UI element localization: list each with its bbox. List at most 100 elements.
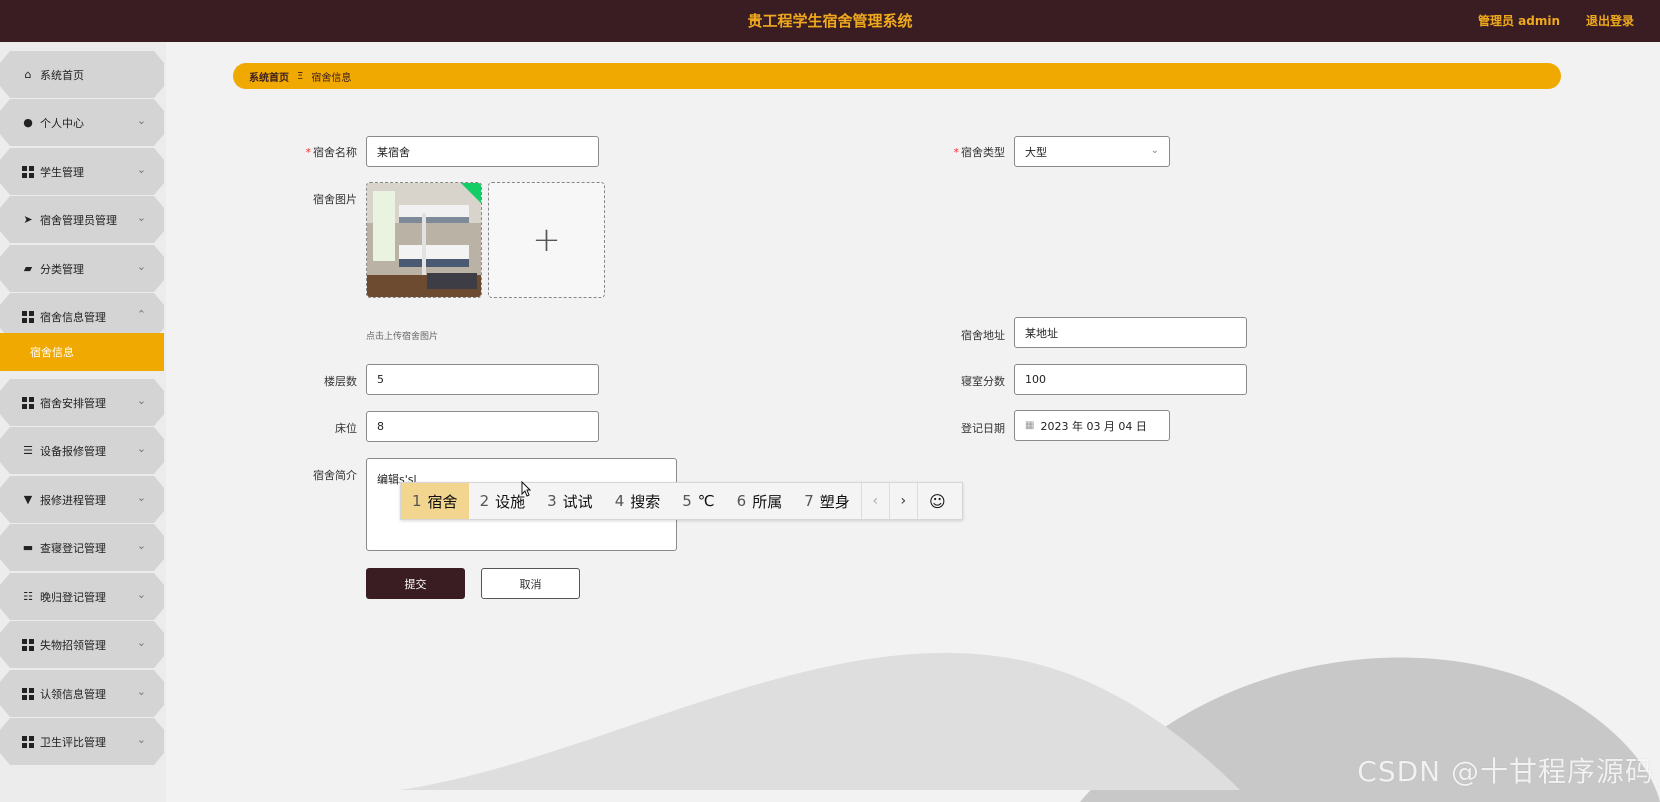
sidebar-item-dorm-check[interactable]: ▬ 查寝登记管理 ⌄	[0, 524, 164, 571]
ime-candidate[interactable]: 3 试试	[536, 483, 604, 519]
send-icon: ➤	[23, 213, 33, 226]
sidebar-item-label: 查寝登记管理	[40, 541, 106, 555]
grid-icon	[22, 165, 34, 178]
floors-label: 楼层数	[324, 375, 357, 388]
beds-input[interactable]: 8	[366, 411, 599, 442]
submit-button[interactable]: 提交	[366, 568, 465, 599]
logout-link[interactable]: 退出登录	[1586, 12, 1634, 29]
ime-candidate[interactable]: 7 塑身	[793, 483, 861, 519]
dorm-image-label: 宿舍图片	[313, 193, 357, 206]
sidebar-item-home[interactable]: ⌂ 系统首页	[0, 51, 164, 98]
chevron-down-icon: ⌄	[136, 636, 146, 649]
home-icon: ⌂	[24, 68, 32, 81]
chevron-down-icon: ⌄	[136, 685, 146, 698]
chevron-down-icon: ⌄	[136, 539, 146, 552]
dorm-name-input[interactable]: 某宿舍	[366, 136, 599, 167]
dorm-type-label: * 宿舍类型	[953, 146, 1006, 159]
sidebar-item-label: 系统首页	[40, 68, 84, 82]
date-picker[interactable]: ▦ 2023 年 03 月 04 日	[1014, 410, 1170, 441]
chevron-down-icon: ⌄	[136, 491, 146, 504]
sidebar-item-label: 学生管理	[40, 165, 84, 179]
sidebar-item-label: 宿舍安排管理	[40, 396, 106, 410]
chevron-down-icon: ⌄	[136, 442, 146, 455]
dorm-name-label: * 宿舍名称	[305, 146, 358, 159]
upload-image-button[interactable]: +	[488, 182, 605, 298]
dorm-room-photo	[367, 183, 481, 297]
calendar-icon: ▦	[1025, 420, 1035, 431]
grid-icon	[22, 310, 34, 323]
ime-candidate[interactable]: 5 ℃	[671, 483, 725, 519]
top-header: 贵工程学生宿舍管理系统 管理员 admin 退出登录	[0, 0, 1660, 42]
date-value: 2023 年 03 月 04 日	[1040, 419, 1147, 433]
chevron-down-icon: ⌄	[136, 211, 146, 224]
grid-icon	[22, 396, 34, 409]
sidebar-item-repair-progress[interactable]: ▼ 报修进程管理 ⌄	[0, 476, 164, 523]
chevron-down-icon: ⌄	[136, 163, 146, 176]
chevron-down-icon: ⌄	[136, 114, 146, 127]
current-user[interactable]: 管理员 admin	[1478, 12, 1560, 29]
sidebar-item-dorm-admins[interactable]: ➤ 宿舍管理员管理 ⌄	[0, 196, 164, 243]
ime-candidate-bar: 1 宿舍 2 设施 3 试试 4 搜索 5 ℃ 6 所属 7 塑身 ‹ › ☺	[400, 482, 963, 520]
sidebar-item-lost-found[interactable]: 失物招领管理 ⌄	[0, 621, 164, 668]
dorm-type-select[interactable]: 大型 ⌄	[1014, 136, 1170, 167]
printer-icon: ▬	[22, 541, 34, 554]
plus-icon: +	[532, 220, 561, 260]
chevron-up-icon: ⌃	[136, 308, 146, 321]
sidebar-item-label: 认领信息管理	[40, 687, 106, 701]
sidebar-item-label: 报修进程管理	[40, 493, 106, 507]
grid-icon	[22, 735, 34, 748]
chevron-down-icon: ⌄	[136, 733, 146, 746]
sidebar-item-label: 个人中心	[40, 116, 84, 130]
chevron-down-icon: ⌄	[136, 588, 146, 601]
sidebar-item-categories[interactable]: ▰ 分类管理 ⌄	[0, 245, 164, 292]
sidebar-item-dorm-arrange[interactable]: 宿舍安排管理 ⌄	[0, 379, 164, 426]
user-icon: ●	[23, 116, 33, 129]
dorm-type-value: 大型	[1025, 145, 1047, 159]
sidebar-item-label: 晚归登记管理	[40, 590, 106, 604]
breadcrumb-current: 宿舍信息	[311, 72, 352, 84]
grid-icon	[22, 638, 34, 651]
date-label: 登记日期	[961, 422, 1005, 435]
dorm-image-thumbnail[interactable]	[366, 182, 482, 298]
sidebar-item-label: 宿舍信息管理	[40, 310, 106, 324]
breadcrumb-home[interactable]: 系统首页	[249, 69, 289, 84]
sidebar-item-profile[interactable]: ● 个人中心 ⌄	[0, 99, 164, 146]
ime-next-icon[interactable]: ›	[888, 483, 917, 519]
app-title: 贵工程学生宿舍管理系统	[747, 12, 913, 30]
dorm-address-label: 宿舍地址	[961, 329, 1005, 342]
flag-icon: ▼	[23, 493, 33, 506]
sidebar-item-label: 分类管理	[40, 262, 84, 276]
sidebar-item-repairs[interactable]: ☰ 设备报修管理 ⌄	[0, 427, 164, 474]
chevron-down-icon: ⌄	[136, 394, 146, 407]
score-input[interactable]: 100	[1014, 364, 1247, 395]
sidebar: ⌂ 系统首页 ● 个人中心 ⌄ 学生管理 ⌄ ➤ 宿舍管理员管理 ⌄ ▰ 分类管…	[0, 42, 166, 802]
sidebar-item-label: 卫生评比管理	[40, 735, 106, 749]
emoji-icon[interactable]: ☺	[916, 483, 957, 519]
sidebar-item-label: 设备报修管理	[40, 444, 106, 458]
score-label: 寝室分数	[961, 375, 1005, 388]
sliders-icon: ☷	[23, 590, 33, 603]
list-icon: ☰	[23, 444, 33, 457]
sidebar-item-label: 失物招领管理	[40, 638, 106, 652]
grid-icon	[22, 687, 34, 700]
dorm-address-input[interactable]: 某地址	[1014, 317, 1247, 348]
ime-candidate[interactable]: 1 宿舍	[401, 483, 469, 519]
upload-hint: 点击上传宿舍图片	[366, 332, 439, 342]
ime-candidate[interactable]: 6 所属	[726, 483, 794, 519]
floors-input[interactable]: 5	[366, 364, 599, 395]
ime-prev-icon[interactable]: ‹	[860, 483, 889, 519]
sidebar-item-claims[interactable]: 认领信息管理 ⌄	[0, 670, 164, 717]
sidebar-item-late-return[interactable]: ☷ 晚归登记管理 ⌄	[0, 573, 164, 620]
cancel-button[interactable]: 取消	[481, 568, 580, 599]
ime-candidate[interactable]: 4 搜索	[604, 483, 672, 519]
beds-label: 床位	[335, 422, 357, 435]
breadcrumb: 系统首页 Ξ 宿舍信息	[233, 63, 1561, 89]
csdn-watermark: CSDN @十甘程序源码	[1357, 755, 1654, 788]
sidebar-subitem-dorm-info[interactable]: 宿舍信息	[0, 333, 164, 371]
wallet-icon: ▰	[23, 262, 33, 275]
sidebar-item-hygiene[interactable]: 卫生评比管理 ⌄	[0, 718, 164, 765]
chevron-down-icon: ⌄	[1150, 145, 1159, 156]
sidebar-item-label: 宿舍管理员管理	[40, 213, 117, 227]
mouse-cursor-icon	[521, 481, 531, 497]
sidebar-item-students[interactable]: 学生管理 ⌄	[0, 148, 164, 195]
